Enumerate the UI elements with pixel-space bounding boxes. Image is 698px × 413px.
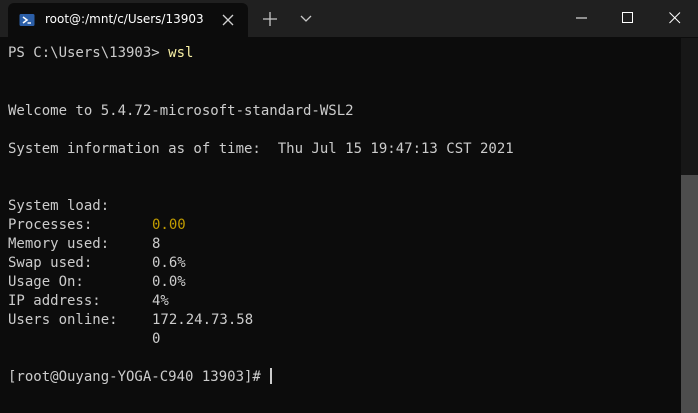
info-row: IP address: 172.24.73.58 — [8, 273, 408, 328]
info-row: Memory used: 0.6% — [8, 216, 408, 271]
maximize-icon — [622, 12, 633, 23]
minimize-icon — [576, 17, 587, 19]
info-row: Users online: 0 — [8, 292, 408, 347]
welcome-line: Welcome to 5.4.72-microsoft-standard-WSL… — [8, 103, 354, 119]
info-row: Swap used: 0.0% — [8, 235, 408, 290]
text-cursor — [270, 368, 273, 384]
shell-prompt: [root@Ouyang-YOGA-C940 13903]# — [8, 369, 270, 385]
info-value: 172.24.73.58 — [152, 312, 254, 328]
info-value: 0 — [152, 331, 161, 347]
plus-icon[interactable] — [262, 11, 278, 27]
close-icon — [669, 12, 681, 24]
powershell-icon — [19, 12, 35, 28]
info-row: Usage On: 4% — [8, 254, 408, 309]
scrollbar-thumb[interactable] — [681, 175, 698, 413]
info-key: Users online: — [8, 312, 118, 328]
info-row: Processes: 8 — [8, 197, 408, 252]
ps-prompt: PS C:\Users\13903> — [8, 45, 169, 61]
sysinfo-line: System information as of time: Thu Jul 1… — [8, 141, 514, 157]
scrollbar[interactable] — [681, 38, 698, 413]
tab-terminal[interactable]: root@:/mnt/c/Users/13903 — [8, 3, 248, 37]
terminal-window: root@:/mnt/c/Users/13903 PS C:\Users\139… — [0, 0, 698, 413]
close-button[interactable] — [652, 0, 698, 37]
tab-title: root@:/mnt/c/Users/13903 — [45, 12, 204, 26]
ps-prompt-line: PS C:\Users\13903> wsl — [8, 44, 193, 63]
terminal-output[interactable]: PS C:\Users\13903> wsl Welcome to 5.4.72… — [8, 42, 680, 410]
tab-close-icon[interactable] — [220, 12, 236, 28]
info-row: System load: 0.00 — [8, 178, 408, 233]
maximize-button[interactable] — [605, 0, 651, 37]
wsl-command: wsl — [168, 45, 194, 61]
shell-prompt-line[interactable]: [root@Ouyang-YOGA-C940 13903]# — [8, 368, 273, 387]
chevron-down-icon[interactable] — [298, 11, 314, 27]
title-bar: root@:/mnt/c/Users/13903 — [0, 0, 698, 37]
minimize-button[interactable] — [559, 0, 605, 37]
